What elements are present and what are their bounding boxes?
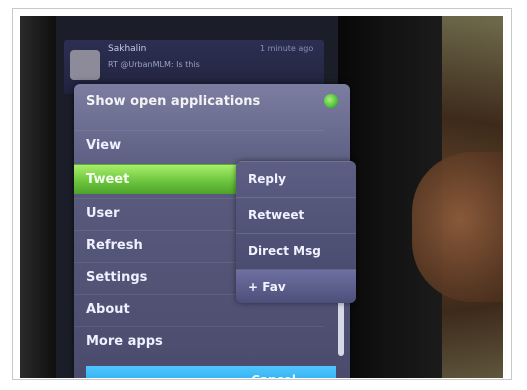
menu-item-view[interactable]: View — [74, 130, 324, 160]
submenu-item-direct-msg[interactable]: Direct Msg — [236, 233, 356, 267]
notification-name: Sakhalin — [108, 44, 147, 54]
cancel-bar[interactable]: Cancel — [86, 366, 336, 378]
photo: Sakhalin 1 minute ago RT @UrbanMLM: Is t… — [20, 16, 503, 378]
submenu-item-reply[interactable]: Reply — [236, 161, 356, 195]
menu-title: Show open applications — [86, 94, 261, 109]
submenu-item-fav[interactable]: + Fav — [236, 269, 356, 303]
notification-time: 1 minute ago — [260, 44, 314, 53]
menu-item-more-apps[interactable]: More apps — [74, 326, 324, 356]
submenu-item-retweet[interactable]: Retweet — [236, 197, 356, 231]
finger — [412, 152, 503, 302]
avatar — [70, 50, 100, 80]
tweet-submenu: Reply Retweet Direct Msg + Fav — [236, 161, 356, 303]
toggle-on-icon[interactable] — [324, 94, 338, 108]
notification-message: RT @UrbanMLM: Is this — [108, 60, 200, 69]
